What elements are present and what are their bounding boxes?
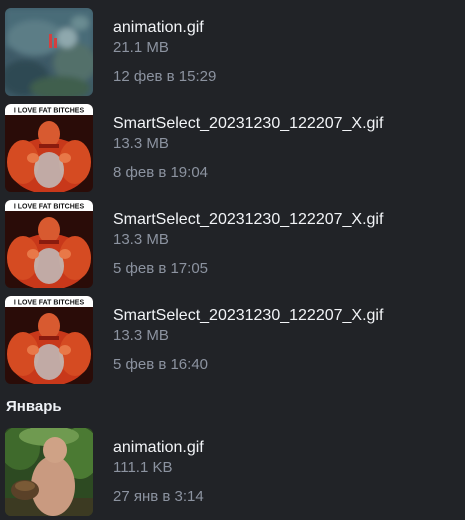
file-item[interactable]: animation.gif 111.1 KB 27 янв в 3:14: [0, 424, 465, 520]
file-date: 27 янв в 3:14: [113, 488, 204, 505]
file-thumbnail: I LOVE FAT BITCHES: [5, 104, 93, 192]
file-name: animation.gif: [113, 19, 204, 36]
file-item[interactable]: animation.gif 21.1 MB 12 фев в 15:29: [0, 4, 465, 100]
file-size: 21.1 MB: [113, 39, 169, 56]
file-date: 8 фев в 19:04: [113, 164, 209, 181]
meme-caption: I LOVE FAT BITCHES: [14, 204, 85, 211]
meme-thumbnail: I LOVE FAT BITCHES: [5, 200, 93, 288]
month-section-header: Январь: [6, 398, 62, 415]
file-size: 111.1 KB: [113, 459, 173, 476]
file-name: SmartSelect_20231230_122207_X.gif: [113, 307, 384, 324]
file-date: 5 фев в 16:40: [113, 356, 209, 373]
file-name: animation.gif: [113, 439, 204, 456]
file-date: 12 фев в 15:29: [113, 68, 217, 85]
file-thumbnail: I LOVE FAT BITCHES: [5, 200, 93, 288]
outdoor-photo-thumbnail: [5, 428, 93, 516]
file-thumbnail: [5, 8, 93, 96]
game-screenshot-thumbnail: [5, 8, 93, 96]
meme-thumbnail: I LOVE FAT BITCHES: [5, 296, 93, 384]
meme-thumbnail: I LOVE FAT BITCHES: [5, 104, 93, 192]
file-item[interactable]: I LOVE FAT BITCHES SmartSelect_20231230_…: [0, 292, 465, 388]
shared-files-list: animation.gif 21.1 MB 12 фев в 15:29 I L…: [0, 0, 465, 520]
meme-caption: I LOVE FAT BITCHES: [14, 108, 85, 115]
file-size: 13.3 MB: [113, 231, 169, 248]
file-size: 13.3 MB: [113, 135, 169, 152]
file-name: SmartSelect_20231230_122207_X.gif: [113, 115, 384, 132]
file-thumbnail: I LOVE FAT BITCHES: [5, 296, 93, 384]
meme-caption: I LOVE FAT BITCHES: [14, 300, 85, 307]
file-size: 13.3 MB: [113, 327, 169, 344]
file-item[interactable]: I LOVE FAT BITCHES SmartSelect_20231230_…: [0, 196, 465, 292]
file-thumbnail: [5, 428, 93, 516]
file-name: SmartSelect_20231230_122207_X.gif: [113, 211, 384, 228]
file-item[interactable]: I LOVE FAT BITCHES SmartSelect_20231230_…: [0, 100, 465, 196]
file-date: 5 фев в 17:05: [113, 260, 209, 277]
